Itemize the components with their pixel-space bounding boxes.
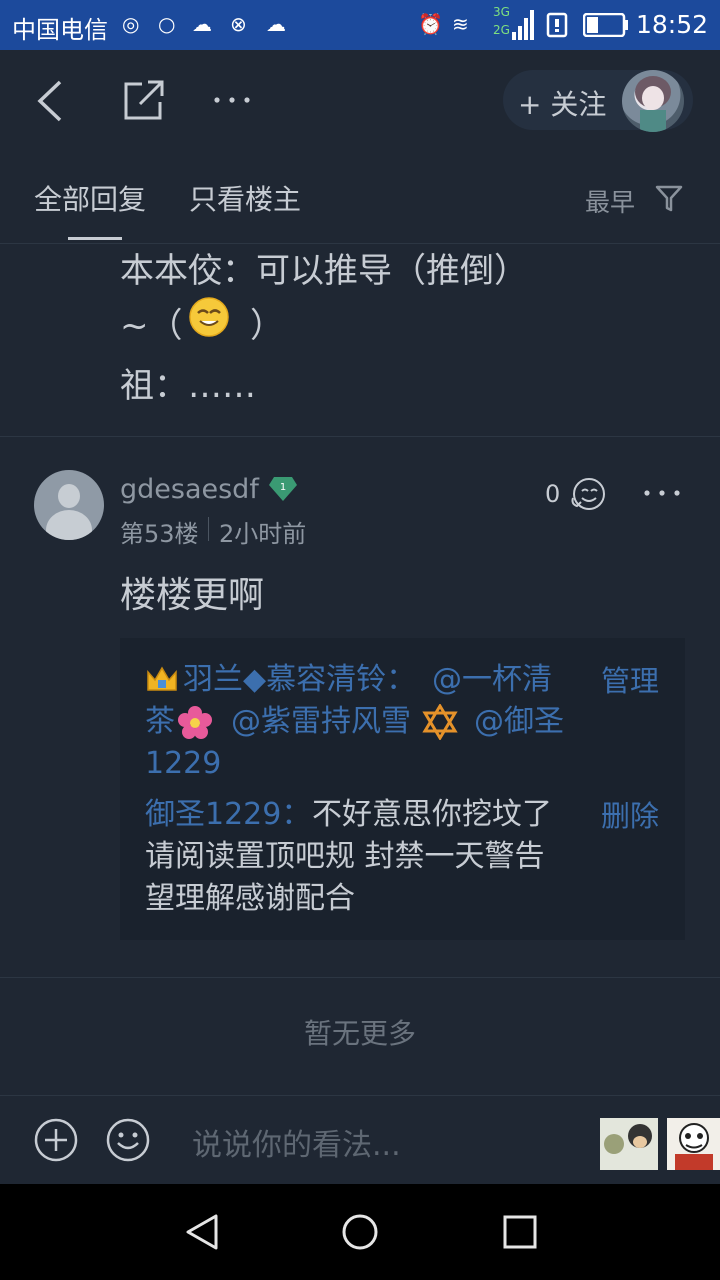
- previous-post-line-1: 本本佼：可以推导（推倒）: [120, 251, 528, 291]
- wechat-icon-2: ☁: [266, 12, 286, 36]
- network-3g-label: 3G: [493, 5, 510, 19]
- delete-button[interactable]: 删除: [601, 793, 659, 835]
- reply2-author[interactable]: 御圣1229：: [145, 795, 311, 835]
- crown-icon: [147, 666, 177, 691]
- post-content: 楼楼更啊: [120, 575, 265, 616]
- status-bar: 中国电信 ◎ ○ ☁ ⊗ ☁ ⏰ ≋ 3G 2G 18:52: [0, 0, 720, 50]
- thread-owner-avatar[interactable]: [622, 70, 684, 132]
- like-count: 0: [545, 480, 561, 508]
- filter-icon[interactable]: [655, 184, 683, 212]
- message-icon: ○: [158, 12, 176, 36]
- alarm-icon: ⏰: [418, 12, 443, 36]
- like-emoji-icon[interactable]: [569, 474, 609, 512]
- reply1-mention-1-cont[interactable]: 茶: [145, 702, 175, 742]
- carrier-label: 中国电信: [12, 16, 108, 44]
- reply1-mention-2[interactable]: @紫雷持风雪: [231, 702, 411, 742]
- floor-number: 第53楼: [120, 520, 199, 548]
- network-2g-label: 2G: [493, 23, 510, 37]
- post-username[interactable]: gdesaesdf: [120, 474, 259, 505]
- sim-icon: [546, 12, 568, 38]
- no-more-label: 暂无更多: [303, 1017, 416, 1050]
- wifi-icon: ≋: [452, 12, 469, 36]
- previous-post-line-2-suffix: ）: [250, 306, 284, 346]
- manage-button[interactable]: 管理: [601, 658, 659, 700]
- reply2-text-line-2: 请阅读置顶吧规 封禁一天警告: [145, 839, 545, 874]
- reply1-author[interactable]: 羽兰◆慕容清铃：: [183, 660, 416, 700]
- sticker-suggestion-2[interactable]: [667, 1118, 720, 1170]
- back-arrow-icon[interactable]: [34, 78, 68, 124]
- add-attachment-icon[interactable]: [33, 1117, 79, 1163]
- tab-all-replies[interactable]: 全部回复: [34, 178, 146, 218]
- smile-emoji-icon: [189, 297, 229, 337]
- level-number: 1: [280, 482, 286, 493]
- nav-recents-icon[interactable]: [502, 1214, 538, 1250]
- wechat-icon: ☁: [192, 12, 212, 36]
- list-end-divider: [0, 977, 720, 978]
- more-options-icon[interactable]: [213, 95, 253, 105]
- notification-icon: ◎: [122, 12, 140, 36]
- previous-post-line-3: 祖：……: [120, 366, 256, 406]
- reply1-mention-3[interactable]: @御圣: [474, 702, 564, 742]
- reply1-mention-1[interactable]: @一杯清: [432, 660, 552, 700]
- post-divider: [0, 436, 720, 437]
- flower-emoji-icon: [178, 706, 212, 739]
- battery-icon: [583, 13, 628, 37]
- sort-order-label[interactable]: 最早: [585, 183, 635, 219]
- nav-back-icon[interactable]: [182, 1212, 222, 1252]
- tab-owner-only[interactable]: 只看楼主: [189, 178, 301, 218]
- emoji-picker-icon[interactable]: [105, 1117, 151, 1163]
- post-time: 2小时前: [219, 520, 307, 548]
- previous-post-line-2-prefix: ~（: [120, 306, 183, 346]
- star-of-david-icon: [422, 704, 458, 740]
- reply2-text-line-3: 望理解感谢配合: [145, 881, 355, 916]
- active-tab-indicator: [68, 237, 122, 240]
- follow-label[interactable]: + 关注: [518, 83, 606, 123]
- sticker-suggestion-1[interactable]: [600, 1118, 658, 1170]
- level-badge-icon: 1: [269, 477, 297, 501]
- reply2-text-line-1: 不好意思你挖坟了: [312, 797, 552, 832]
- user-avatar[interactable]: [34, 470, 104, 540]
- reply1-mention-3-cont[interactable]: 1229: [145, 744, 221, 784]
- clock-time: 18:52: [635, 10, 708, 39]
- signal-icon: [512, 10, 534, 40]
- post-more-icon[interactable]: [643, 488, 683, 498]
- app-notification-icon: ⊗: [230, 12, 247, 36]
- meta-separator: [208, 517, 209, 541]
- share-icon[interactable]: [122, 80, 166, 122]
- nav-home-icon[interactable]: [340, 1212, 380, 1252]
- comment-input[interactable]: 说说你的看法...: [192, 1120, 401, 1164]
